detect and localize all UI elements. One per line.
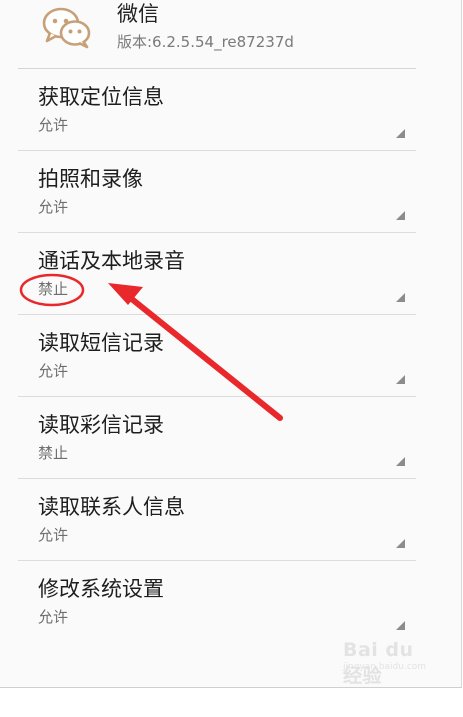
permission-title: 读取联系人信息 <box>38 495 185 519</box>
app-version: 版本:6.2.5.54_re87237d <box>117 33 294 51</box>
permission-contacts[interactable]: 读取联系人信息 允许 <box>18 479 416 561</box>
permission-value: 允许 <box>38 198 69 216</box>
dropdown-triangle-icon[interactable] <box>396 457 405 466</box>
dropdown-triangle-icon[interactable] <box>396 293 405 302</box>
dropdown-triangle-icon[interactable] <box>396 375 405 384</box>
permission-value: 允许 <box>38 362 69 380</box>
permission-title: 读取彩信记录 <box>38 413 164 437</box>
dropdown-triangle-icon[interactable] <box>396 621 405 630</box>
permission-title: 拍照和录像 <box>38 167 143 191</box>
permission-title: 通话及本地录音 <box>38 249 185 273</box>
permission-value: 禁止 <box>38 444 69 462</box>
baidu-watermark: Bai du 经验 jingyan.baidu.com <box>343 639 438 687</box>
permission-title: 读取短信记录 <box>38 331 164 355</box>
permission-title: 修改系统设置 <box>38 577 164 601</box>
permission-system-settings[interactable]: 修改系统设置 允许 <box>18 561 416 642</box>
permission-value: 允许 <box>38 116 69 134</box>
dropdown-triangle-icon[interactable] <box>396 129 405 138</box>
permission-sms[interactable]: 读取短信记录 允许 <box>18 315 416 397</box>
dropdown-triangle-icon[interactable] <box>396 539 405 548</box>
app-name: 微信 <box>117 2 159 26</box>
permission-mms[interactable]: 读取彩信记录 禁止 <box>18 397 416 479</box>
permission-location[interactable]: 获取定位信息 允许 <box>18 69 416 151</box>
dropdown-triangle-icon[interactable] <box>396 211 405 220</box>
wechat-icon <box>42 7 91 49</box>
permission-value: 禁止 <box>38 280 69 298</box>
permission-value: 允许 <box>38 526 69 544</box>
app-header: 微信 版本:6.2.5.54_re87237d <box>18 0 416 69</box>
watermark-url: jingyan.baidu.com <box>343 662 427 672</box>
permission-call-recording[interactable]: 通话及本地录音 禁止 <box>18 233 416 315</box>
permission-value: 允许 <box>38 608 69 626</box>
permission-screen: 微信 版本:6.2.5.54_re87237d 获取定位信息 允许 拍照和录像 … <box>0 0 462 688</box>
permission-list: 获取定位信息 允许 拍照和录像 允许 通话及本地录音 禁止 读取短信记录 允许 … <box>18 69 416 642</box>
permission-title: 获取定位信息 <box>38 85 164 109</box>
permission-camera[interactable]: 拍照和录像 允许 <box>18 151 416 233</box>
